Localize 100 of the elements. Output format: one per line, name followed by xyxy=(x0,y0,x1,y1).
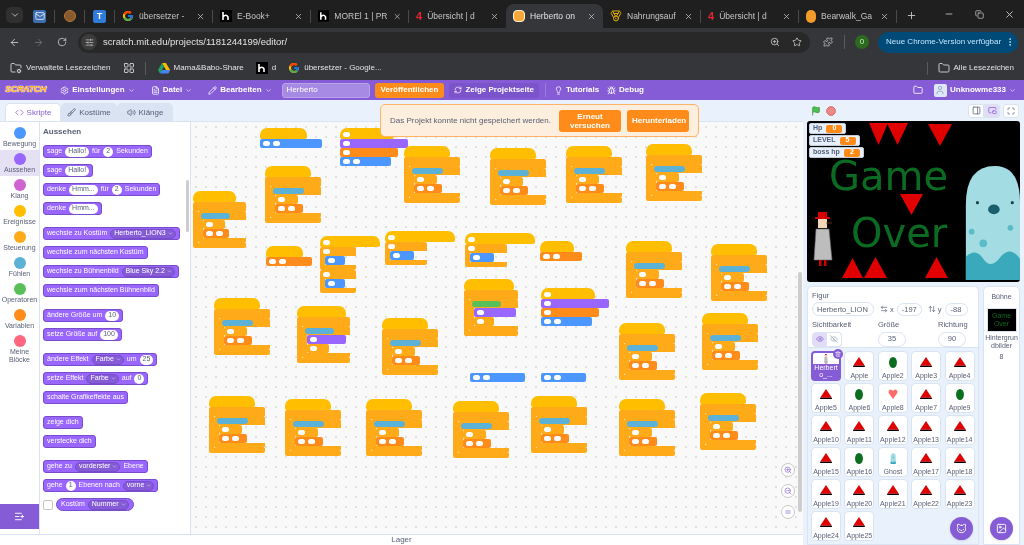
character-sprite xyxy=(813,212,833,267)
fullscreen-icon xyxy=(1007,106,1015,115)
close-icon xyxy=(880,11,889,21)
account-menu[interactable]: Unknowme333 xyxy=(933,83,1016,97)
fullscreen-button[interactable] xyxy=(1003,103,1019,118)
browser-tab[interactable]: übersetzer - xyxy=(115,4,212,28)
zoom-reset-button[interactable] xyxy=(781,505,795,519)
script-stack-drawing[interactable] xyxy=(260,128,322,148)
script-stack-drawing[interactable] xyxy=(297,306,350,363)
triangle-sprite xyxy=(842,258,863,278)
script-stack-drawing[interactable] xyxy=(385,231,455,265)
script-stack-drawing[interactable] xyxy=(711,244,767,301)
script-stack-drawing[interactable] xyxy=(214,298,270,355)
browser-tab[interactable]: 4 Übersicht | d xyxy=(409,4,506,28)
bookmark-item[interactable]: d xyxy=(255,62,277,74)
stop-button[interactable] xyxy=(825,104,837,117)
bookmark-item[interactable] xyxy=(122,62,135,74)
script-stack-drawing[interactable] xyxy=(619,323,675,380)
script-stack-drawing[interactable] xyxy=(193,191,246,248)
script-stack-drawing[interactable] xyxy=(700,393,756,450)
script-stack-drawing[interactable] xyxy=(382,318,438,375)
caret-icon xyxy=(112,464,118,469)
editor-tab[interactable]: Kostüme xyxy=(61,103,117,121)
flag-icon xyxy=(811,105,821,116)
script-stack-drawing[interactable] xyxy=(285,399,341,456)
script-stack-drawing[interactable] xyxy=(266,246,312,266)
editor-tab[interactable]: Klänge xyxy=(117,103,173,121)
site-favicon: T xyxy=(93,9,106,23)
stage-size-button[interactable] xyxy=(984,103,1000,118)
menu-button[interactable]: Einstellungen xyxy=(58,82,137,98)
close-icon xyxy=(1003,8,1015,20)
script-stack-drawing[interactable] xyxy=(541,288,609,326)
reporter-checkbox[interactable] xyxy=(43,499,53,510)
site-info-button[interactable] xyxy=(81,34,97,50)
triangle-icon xyxy=(953,453,966,463)
bug-icon xyxy=(607,85,617,95)
browser-tab[interactable]: E-Book+ xyxy=(213,4,310,28)
script-stack-drawing[interactable] xyxy=(566,146,622,203)
menu-button[interactable]: Datei xyxy=(148,82,195,98)
editor-tab[interactable]: Skripte xyxy=(5,103,61,121)
script-stack-drawing[interactable] xyxy=(541,373,586,382)
extensions-button[interactable] xyxy=(820,34,836,50)
script-stack-drawing[interactable] xyxy=(465,233,535,267)
script-stack-drawing[interactable] xyxy=(265,166,321,223)
zoom-out-button[interactable] xyxy=(781,484,795,498)
script-stack-drawing[interactable] xyxy=(646,144,702,201)
site-favicon: 4 xyxy=(708,10,715,22)
script-stack-drawing[interactable] xyxy=(320,236,380,293)
script-stack-drawing[interactable] xyxy=(470,373,525,382)
stage-size-button[interactable] xyxy=(968,103,984,118)
browser-tab[interactable]: MOREl 1 | PR xyxy=(311,4,408,28)
bookmark-item[interactable]: übersetzer - Google... xyxy=(288,62,382,74)
canvas-scrollbar[interactable] xyxy=(798,272,802,512)
all-bookmarks-button[interactable]: Alle Lesezeichen xyxy=(937,62,1014,74)
script-stack-drawing[interactable] xyxy=(531,396,587,453)
script-stack-drawing[interactable] xyxy=(702,313,758,370)
add-backdrop-button[interactable] xyxy=(990,517,1013,540)
show-sprite-button[interactable] xyxy=(812,331,827,347)
backpack-toggle[interactable]: Lager xyxy=(0,534,803,545)
start-flag-button[interactable] xyxy=(810,104,822,117)
trash-icon xyxy=(835,351,841,357)
profile-badge[interactable]: 0 xyxy=(855,35,869,49)
caret-icon xyxy=(120,502,126,507)
add-extension-button[interactable] xyxy=(0,504,39,529)
browser-tab[interactable]: Herberto on xyxy=(506,4,603,28)
browser-tab[interactable]: Nahrungsauf xyxy=(603,4,700,28)
speaker-icon xyxy=(126,108,136,117)
browser-tab[interactable]: Bearwalk_Ga xyxy=(799,4,896,28)
apps-grid-icon xyxy=(122,62,135,74)
script-stack-drawing[interactable] xyxy=(490,148,546,205)
update-chrome-button[interactable]: Neue Chrome-Version verfügbar xyxy=(878,31,1018,53)
menu-button[interactable]: Bearbeiten xyxy=(206,82,274,98)
script-stack-drawing[interactable] xyxy=(619,399,675,456)
project-page-button[interactable]: Zeige Projektseite xyxy=(449,82,539,98)
script-stack-drawing[interactable] xyxy=(453,401,509,458)
bookmark-item[interactable]: Mama&Babo-Share xyxy=(157,62,244,74)
zoom-in-button[interactable] xyxy=(781,463,795,477)
file-icon xyxy=(150,85,160,95)
pencil-icon xyxy=(208,85,218,95)
menu-link[interactable]: Tutorials xyxy=(553,82,600,98)
browser-tab[interactable]: 4 Übersicht | d xyxy=(701,4,798,28)
lightbulb-icon xyxy=(553,85,563,95)
menu-link[interactable]: Debug xyxy=(607,82,644,98)
picture-in-picture-icon xyxy=(987,106,997,115)
script-stack-drawing[interactable] xyxy=(209,396,265,453)
script-stack-drawing[interactable] xyxy=(626,241,682,298)
delete-sprite-button[interactable] xyxy=(833,349,843,359)
bookmark-item[interactable]: Verwaltete Lesezeichen xyxy=(10,62,111,74)
script-stack-drawing[interactable] xyxy=(464,279,518,336)
script-stack-drawing[interactable] xyxy=(540,241,582,261)
script-stack-drawing[interactable] xyxy=(404,146,460,203)
triangle-sprite xyxy=(925,257,948,278)
address-bar[interactable]: scratch.mit.edu/projects/1181244199/editor/ xyxy=(78,31,810,53)
palette-scrollbar[interactable] xyxy=(186,180,189,232)
tab-search-button[interactable] xyxy=(6,7,23,23)
zoom-out-icon xyxy=(784,487,792,495)
add-sprite-button[interactable] xyxy=(950,517,973,540)
script-stack-drawing[interactable] xyxy=(366,399,422,456)
browser-tab[interactable]: T xyxy=(85,4,114,28)
sliders-icon xyxy=(84,37,94,47)
